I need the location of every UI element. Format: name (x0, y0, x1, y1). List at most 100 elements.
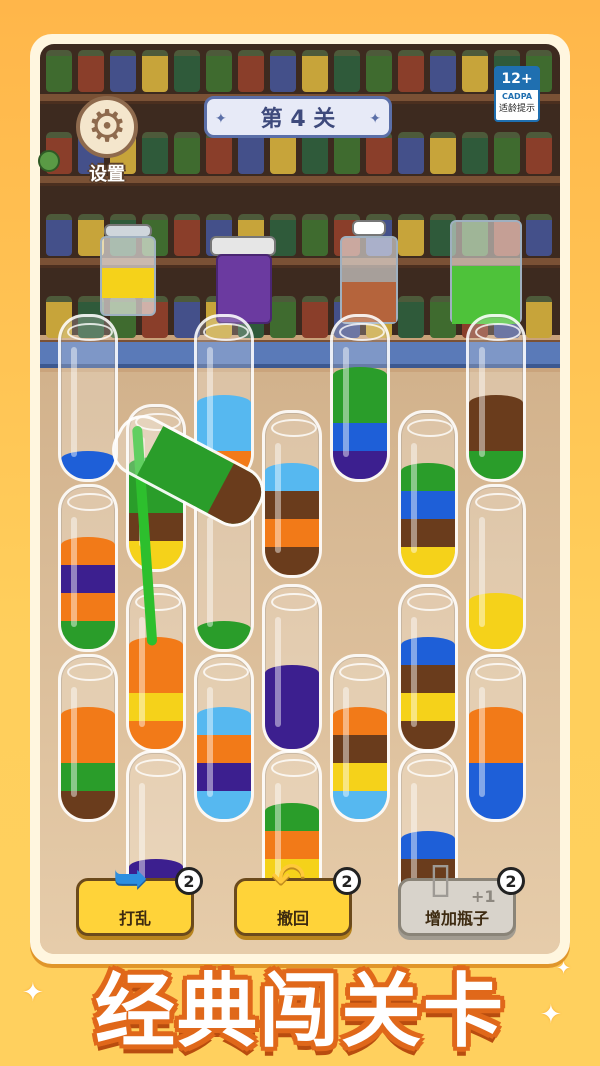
tube-shine (139, 617, 145, 727)
add-bottle-count-badge: 2 (497, 867, 525, 895)
shelf-jar (174, 214, 200, 256)
liquid-layer (333, 423, 387, 451)
tube-shine (207, 687, 213, 797)
age-rating-value: 12+ (496, 68, 538, 90)
shelf-jar (302, 214, 328, 256)
liquid-layer (469, 593, 523, 621)
liquid-layer (61, 451, 115, 479)
shelf-jar (366, 50, 392, 92)
liquid-layer (265, 803, 319, 831)
tube[interactable] (398, 410, 458, 578)
tube[interactable] (262, 584, 322, 752)
shuffle-button[interactable]: ➥ 打乱 2 (76, 857, 203, 936)
liquid-layer (401, 721, 455, 749)
shelf-jar (110, 50, 136, 92)
liquid-layer (265, 491, 319, 519)
liquid-layer (401, 637, 455, 665)
shuffle-icon: ➥ (113, 853, 149, 902)
tube-liquid (469, 707, 523, 819)
shelf-jar (206, 50, 232, 92)
liquid-layer (333, 451, 387, 479)
tube-shine (343, 347, 349, 457)
liquid-layer (333, 395, 387, 423)
gear-icon: ⚙ (76, 96, 138, 158)
shelf-jar (302, 132, 328, 174)
shelf-jar (142, 50, 168, 92)
liquid-layer (197, 763, 251, 791)
liquid-layer (333, 763, 387, 791)
liquid-layer (197, 791, 251, 819)
shelf-jar (430, 132, 456, 174)
liquid-layer (265, 693, 319, 721)
liquid-layer (61, 565, 115, 593)
shelf-jar (142, 132, 168, 174)
grape-cup (210, 236, 276, 324)
liquid-layer (61, 537, 115, 565)
promo-title: 经典闯关卡 (95, 965, 505, 1058)
banner-star-icon: ✦ (369, 111, 381, 127)
tube-shine (479, 517, 485, 627)
add-bottle-button[interactable]: ▯ +1 增加瓶子 2 (398, 857, 525, 936)
liquid-layer (197, 707, 251, 735)
tube[interactable] (262, 410, 322, 578)
tube-shine (411, 443, 417, 553)
shelf-jar (398, 214, 424, 256)
liquid-layer (401, 519, 455, 547)
shelf-jar (334, 132, 360, 174)
shelf-jar (366, 132, 392, 174)
settings-button[interactable]: ⚙ 设置 (70, 96, 144, 196)
tube[interactable] (330, 314, 390, 482)
tube-liquid (129, 637, 183, 749)
shelf-jar (174, 132, 200, 174)
liquid-layer (401, 665, 455, 693)
liquid-layer (129, 541, 183, 569)
shelf-jar (526, 132, 552, 174)
tube-liquid (333, 707, 387, 819)
liquid-layer (265, 519, 319, 547)
liquid-layer (469, 423, 523, 451)
shelf-jar (430, 50, 456, 92)
tube[interactable] (58, 654, 118, 822)
shelf-jar (78, 50, 104, 92)
tube-shine (275, 443, 281, 553)
tube-liquid (61, 707, 115, 819)
liquid-layer (129, 513, 183, 541)
tube[interactable] (194, 654, 254, 822)
settings-label: 设置 (89, 164, 125, 185)
liquid-layer (265, 547, 319, 575)
level-banner: ✦ 第 4 关 ✦ (204, 96, 392, 138)
age-rating-org: CADPA (501, 92, 533, 101)
tube[interactable] (466, 484, 526, 652)
tube[interactable] (58, 314, 118, 482)
tube[interactable] (398, 584, 458, 752)
tube-liquid (469, 395, 523, 479)
shelf-jar (334, 50, 360, 92)
tube-shine (343, 687, 349, 797)
liquid-layer (197, 621, 251, 649)
liquid-layer (333, 735, 387, 763)
liquid-layer (61, 593, 115, 621)
tube[interactable] (466, 654, 526, 822)
shelf-jar (270, 50, 296, 92)
undo-button[interactable]: ↶ 撤回 2 (234, 857, 361, 936)
add-bottle-label: 增加瓶子 (424, 909, 489, 928)
age-rating-badge: 12+ CADPA 适龄提示 (494, 66, 540, 122)
liquid-layer (333, 791, 387, 819)
tube-liquid (333, 367, 387, 479)
tube-liquid (469, 593, 523, 649)
shelf-jar (46, 214, 72, 256)
tube-shine (479, 347, 485, 457)
tube[interactable] (126, 584, 186, 752)
tube[interactable] (330, 654, 390, 822)
shuffle-count-badge: 2 (175, 867, 203, 895)
shelf-jar (302, 50, 328, 92)
tube[interactable] (466, 314, 526, 482)
tube[interactable] (58, 484, 118, 652)
liquid-layer (469, 791, 523, 819)
tube-liquid (265, 665, 319, 749)
shelf-jar (526, 214, 552, 256)
lemon-can-cup (100, 224, 156, 316)
tube-liquid (61, 451, 115, 479)
liquid-layer (129, 721, 183, 749)
shelf-jar (46, 50, 72, 92)
